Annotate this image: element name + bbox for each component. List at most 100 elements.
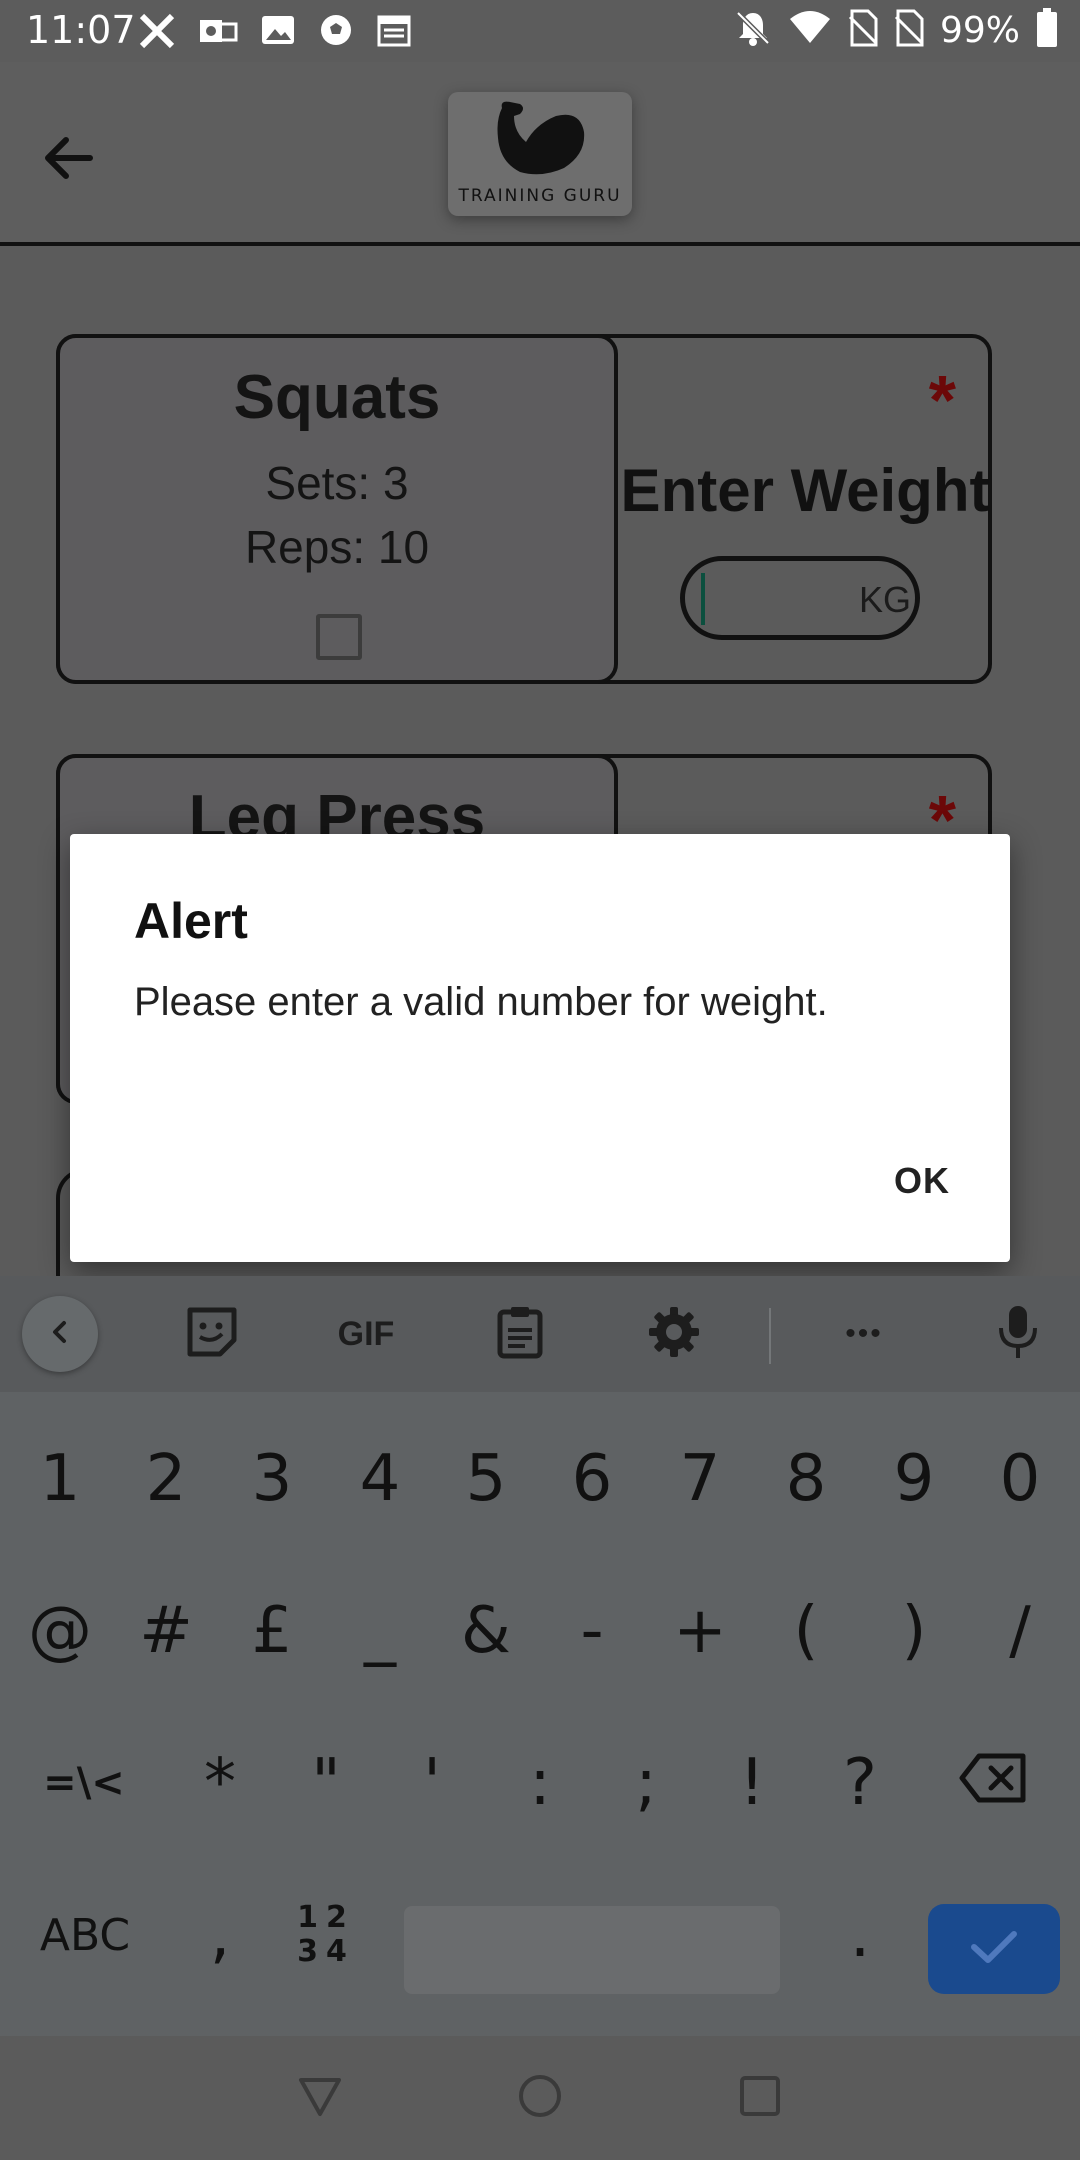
nav-back-button[interactable] (284, 2062, 356, 2134)
numpad-key[interactable]: 12 34 (272, 1860, 380, 2010)
flexed-arm-icon (492, 98, 588, 183)
key-minus[interactable]: - (538, 1556, 646, 1706)
notifications-off-icon (734, 9, 772, 52)
sticker-button[interactable] (174, 1298, 250, 1370)
numpad-key-label: 12 34 (297, 1901, 355, 1969)
key-5[interactable]: 5 (432, 1404, 540, 1554)
weight-label: Enter Weight (620, 457, 990, 524)
key-8[interactable]: 8 (752, 1404, 860, 1554)
key-exclamation[interactable]: ! (698, 1708, 806, 1858)
keyboard-row-bottom: ABC , 12 34 . (0, 1860, 1080, 2010)
required-indicator: * (928, 361, 956, 439)
x-icon (138, 12, 176, 55)
clipboard-button[interactable] (482, 1298, 558, 1370)
gif-button[interactable]: GIF (328, 1298, 404, 1370)
more-button[interactable]: ••• (826, 1298, 902, 1370)
key-underscore[interactable]: _ (326, 1556, 434, 1706)
nav-recents-button[interactable] (724, 2062, 796, 2134)
key-slash[interactable]: / (966, 1556, 1074, 1706)
more-symbols-key[interactable]: =\< (30, 1708, 138, 1858)
ok-button[interactable]: OK (894, 1160, 950, 1202)
key-7[interactable]: 7 (646, 1404, 754, 1554)
status-bar: 11:07 99% (0, 0, 1080, 62)
app-bar: TRAINING GURU (0, 62, 1080, 246)
settings-button[interactable] (636, 1298, 712, 1370)
toolbar-divider (769, 1308, 771, 1364)
voice-input-button[interactable] (980, 1298, 1056, 1370)
key-plus[interactable]: + (646, 1556, 754, 1706)
key-2[interactable]: 2 (112, 1404, 220, 1554)
numpad-key-bottom: 34 (297, 1934, 355, 1969)
key-double-quote[interactable]: " (272, 1708, 380, 1858)
battery-percentage: 99% (939, 10, 1020, 51)
nav-home-button[interactable] (504, 2062, 576, 2134)
chevron-left-icon (45, 1317, 75, 1352)
gif-icon: GIF (337, 1314, 395, 1353)
key-6[interactable]: 6 (538, 1404, 646, 1554)
notification-icons (138, 12, 412, 55)
key-1[interactable]: 1 (6, 1404, 114, 1554)
weight-unit: KG (858, 579, 911, 620)
no-sim-icon (848, 9, 878, 52)
backspace-key[interactable] (940, 1708, 1048, 1858)
key-at[interactable]: @ (6, 1556, 114, 1706)
backspace-icon (959, 1746, 1029, 1820)
check-icon (968, 1927, 1020, 1972)
dialog-message: Please enter a valid number for weight. (134, 980, 828, 1024)
key-close-paren[interactable]: ) (860, 1556, 968, 1706)
text-cursor (701, 573, 705, 625)
spacebar[interactable] (404, 1906, 780, 1994)
keyboard-toolbar: GIF ••• (0, 1276, 1080, 1392)
clipboard-icon (495, 1304, 545, 1365)
exercise-complete-checkbox[interactable] (316, 614, 362, 660)
key-semicolon[interactable]: ; (592, 1708, 700, 1858)
exercise-sets: Sets: 3 (265, 457, 409, 509)
navigation-bar (0, 2036, 1080, 2160)
microphone-icon (996, 1304, 1040, 1365)
status-time: 11:07 (26, 8, 136, 52)
keyboard-row-numbers: 1 2 3 4 5 6 7 8 9 0 (0, 1404, 1080, 1554)
keyboard-row-symbols: @ # £ _ & - + ( ) / (0, 1556, 1080, 1706)
soccer-ball-icon (318, 12, 354, 55)
key-period[interactable]: . (806, 1860, 914, 2010)
system-status-icons: 99% (734, 8, 1058, 53)
key-open-paren[interactable]: ( (752, 1556, 860, 1706)
key-colon[interactable]: : (486, 1708, 594, 1858)
more-icon: ••• (845, 1317, 883, 1350)
key-comma[interactable]: , (166, 1860, 274, 2010)
keyboard-row-punctuation: =\< * " ' : ; ! ? (0, 1708, 1080, 1858)
keyboard: GIF ••• 1 2 3 4 5 6 7 8 9 0 @ # £ _ & - … (0, 1276, 1080, 2036)
key-3[interactable]: 3 (218, 1404, 326, 1554)
sticker-icon (184, 1304, 240, 1365)
numpad-key-top: 12 (297, 1900, 355, 1935)
back-button[interactable] (36, 126, 100, 190)
enter-key[interactable] (928, 1904, 1060, 1994)
abc-key[interactable]: ABC (0, 1860, 170, 2010)
battery-icon (1036, 8, 1058, 53)
key-0[interactable]: 0 (966, 1404, 1074, 1554)
exercise-reps: Reps: 10 (244, 521, 430, 573)
key-4[interactable]: 4 (326, 1404, 434, 1554)
exercise-card: Squats Sets: 3 Reps: 10 * Enter Weight K… (56, 334, 992, 684)
key-ampersand[interactable]: & (432, 1556, 540, 1706)
key-pound[interactable]: £ (218, 1556, 326, 1706)
recents-square-icon (736, 2072, 784, 2125)
arrow-left-icon (36, 137, 100, 194)
dialog-title: Alert (134, 893, 248, 949)
wifi-icon (788, 9, 832, 52)
calendar-icon (376, 12, 412, 55)
key-question[interactable]: ? (806, 1708, 914, 1858)
weight-entry: * Enter Weight KG (618, 338, 992, 680)
alert-dialog: Alert Please enter a valid number for we… (70, 834, 1010, 1262)
no-sim-icon (894, 9, 924, 52)
key-9[interactable]: 9 (860, 1404, 968, 1554)
key-single-quote[interactable]: ' (378, 1708, 486, 1858)
key-asterisk[interactable]: * (166, 1708, 274, 1858)
key-hash[interactable]: # (112, 1556, 220, 1706)
collapse-toolbar-button[interactable] (22, 1296, 98, 1372)
exercise-info: Squats Sets: 3 Reps: 10 (56, 334, 618, 684)
outlook-icon (198, 12, 238, 55)
image-icon (260, 12, 296, 55)
weight-input[interactable]: KG (680, 556, 920, 640)
back-triangle-icon (296, 2072, 344, 2125)
